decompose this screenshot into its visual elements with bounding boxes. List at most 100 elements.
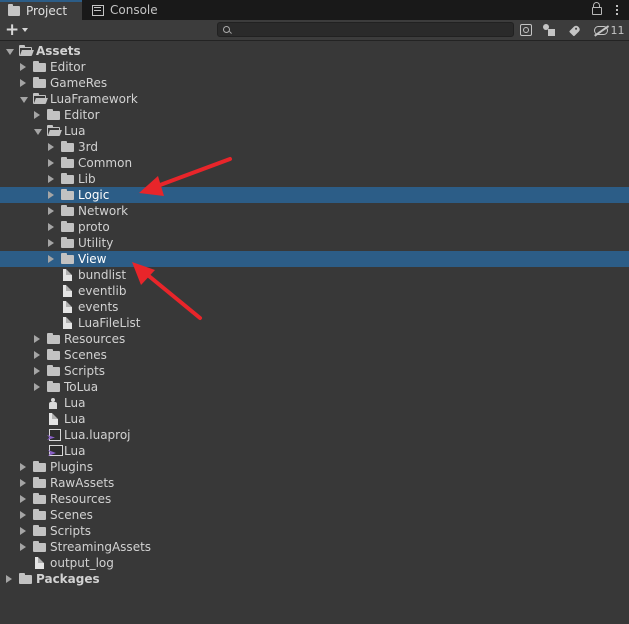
- chevron-right-icon[interactable]: [48, 191, 54, 199]
- folder-icon: [33, 493, 46, 504]
- chevron-right-icon[interactable]: [20, 463, 26, 471]
- chevron-right-icon[interactable]: [48, 143, 54, 151]
- folder-icon: [47, 349, 60, 360]
- filter-by-type-button[interactable]: [539, 22, 559, 38]
- lock-icon[interactable]: [592, 2, 602, 15]
- tree-folder-row[interactable]: Resources: [0, 491, 629, 507]
- tree-item-label: output_log: [50, 556, 114, 570]
- chevron-down-icon[interactable]: [6, 49, 14, 55]
- tree-folder-row[interactable]: StreamingAssets: [0, 539, 629, 555]
- tree-folder-row[interactable]: Scenes: [0, 507, 629, 523]
- folder-icon: [61, 237, 74, 248]
- tree-item-label: Assets: [36, 44, 81, 58]
- chevron-right-icon[interactable]: [20, 79, 26, 87]
- chevron-right-icon[interactable]: [48, 239, 54, 247]
- tree-item-label: Lua: [64, 412, 86, 426]
- eye-slash-icon: [593, 25, 608, 35]
- tree-file-row[interactable]: Lua: [0, 411, 629, 427]
- tree-item-label: Scripts: [64, 364, 106, 378]
- chevron-down-icon[interactable]: [34, 129, 42, 135]
- folder-icon: [19, 573, 32, 584]
- tree-folder-row[interactable]: Scenes: [0, 347, 629, 363]
- tree-folder-row[interactable]: RawAssets: [0, 475, 629, 491]
- tree-folder-row[interactable]: Common: [0, 155, 629, 171]
- tree-file-row[interactable]: output_log: [0, 555, 629, 571]
- chevron-right-icon[interactable]: [20, 495, 26, 503]
- tree-item-label: Network: [78, 204, 129, 218]
- folder-icon: [61, 253, 74, 264]
- tab-project[interactable]: Project: [0, 0, 82, 20]
- chevron-right-icon[interactable]: [6, 575, 12, 583]
- chevron-right-icon[interactable]: [20, 511, 26, 519]
- chevron-right-icon[interactable]: [34, 335, 40, 343]
- tree-file-row[interactable]: LuaFileList: [0, 315, 629, 331]
- chevron-right-icon[interactable]: [20, 63, 26, 71]
- tree-folder-row[interactable]: Packages: [0, 571, 629, 587]
- tree-folder-row[interactable]: Assets: [0, 43, 629, 59]
- chevron-right-icon[interactable]: [20, 479, 26, 487]
- tree-file-row[interactable]: Lua: [0, 443, 629, 459]
- tree-file-row[interactable]: Lua: [0, 395, 629, 411]
- tree-item-label: events: [78, 300, 119, 314]
- tree-folder-row[interactable]: proto: [0, 219, 629, 235]
- tree-item-label: eventlib: [78, 284, 127, 298]
- tree-item-label: Lua.luaproj: [64, 428, 131, 442]
- file-icon: [49, 413, 58, 425]
- tree-folder-row[interactable]: Plugins: [0, 459, 629, 475]
- more-options-icon[interactable]: [612, 5, 622, 17]
- tab-console[interactable]: Console: [84, 0, 174, 20]
- tree-item-label: Common: [78, 156, 133, 170]
- tree-folder-row[interactable]: ToLua: [0, 379, 629, 395]
- folder-icon: [61, 189, 74, 200]
- tree-folder-row[interactable]: LuaFramework: [0, 91, 629, 107]
- hidden-packages-toggle[interactable]: 11: [589, 22, 629, 38]
- tree-folder-row[interactable]: Editor: [0, 59, 629, 75]
- chevron-right-icon[interactable]: [20, 543, 26, 551]
- chevron-right-icon[interactable]: [34, 383, 40, 391]
- project-tree: Assets Editor GameRes LuaFramework Editor Lua…: [0, 43, 629, 587]
- tree-item-label: Lib: [78, 172, 96, 186]
- chevron-down-icon[interactable]: [20, 97, 28, 103]
- folder-icon: [61, 205, 74, 216]
- chevron-right-icon[interactable]: [34, 351, 40, 359]
- tree-item-label: Utility: [78, 236, 114, 250]
- folder-icon: [33, 525, 46, 536]
- tree-item-label: Packages: [36, 572, 100, 586]
- file-icon: [63, 317, 72, 329]
- chevron-right-icon[interactable]: [34, 111, 40, 119]
- tree-item-label: StreamingAssets: [50, 540, 152, 554]
- file-icon: [35, 557, 44, 569]
- tree-folder-row[interactable]: Scripts: [0, 363, 629, 379]
- tree-folder-row[interactable]: Editor: [0, 107, 629, 123]
- tree-folder-row[interactable]: Resources: [0, 331, 629, 347]
- tree-file-row[interactable]: eventlib: [0, 283, 629, 299]
- tree-folder-row[interactable]: Lib: [0, 171, 629, 187]
- tree-file-row[interactable]: bundlist: [0, 267, 629, 283]
- chevron-right-icon[interactable]: [34, 367, 40, 375]
- chevron-right-icon[interactable]: [48, 223, 54, 231]
- project-toolbar: + 11: [0, 20, 629, 41]
- chevron-right-icon[interactable]: [20, 527, 26, 535]
- filter-by-label-button[interactable]: [565, 22, 585, 38]
- chevron-right-icon[interactable]: [48, 175, 54, 183]
- tree-folder-row[interactable]: Scripts: [0, 523, 629, 539]
- search-scope-button[interactable]: [517, 22, 535, 38]
- tree-folder-row[interactable]: Network: [0, 203, 629, 219]
- chevron-right-icon[interactable]: [48, 207, 54, 215]
- chevron-right-icon[interactable]: [48, 159, 54, 167]
- folder-icon: [33, 77, 46, 88]
- search-input[interactable]: [217, 22, 514, 37]
- add-asset-button[interactable]: +: [5, 20, 35, 40]
- chevron-down-icon: [22, 28, 29, 32]
- tree-folder-row[interactable]: GameRes: [0, 75, 629, 91]
- tree-file-row[interactable]: Lua.luaproj: [0, 427, 629, 443]
- tree-item-label: Resources: [50, 492, 112, 506]
- tree-file-row[interactable]: events: [0, 299, 629, 315]
- tree-folder-row[interactable]: Logic: [0, 187, 629, 203]
- tree-folder-row[interactable]: 3rd: [0, 139, 629, 155]
- folder-icon: [47, 365, 60, 376]
- tree-folder-row[interactable]: Utility: [0, 235, 629, 251]
- tree-folder-row[interactable]: Lua: [0, 123, 629, 139]
- tree-folder-row[interactable]: View: [0, 251, 629, 267]
- chevron-right-icon[interactable]: [48, 255, 54, 263]
